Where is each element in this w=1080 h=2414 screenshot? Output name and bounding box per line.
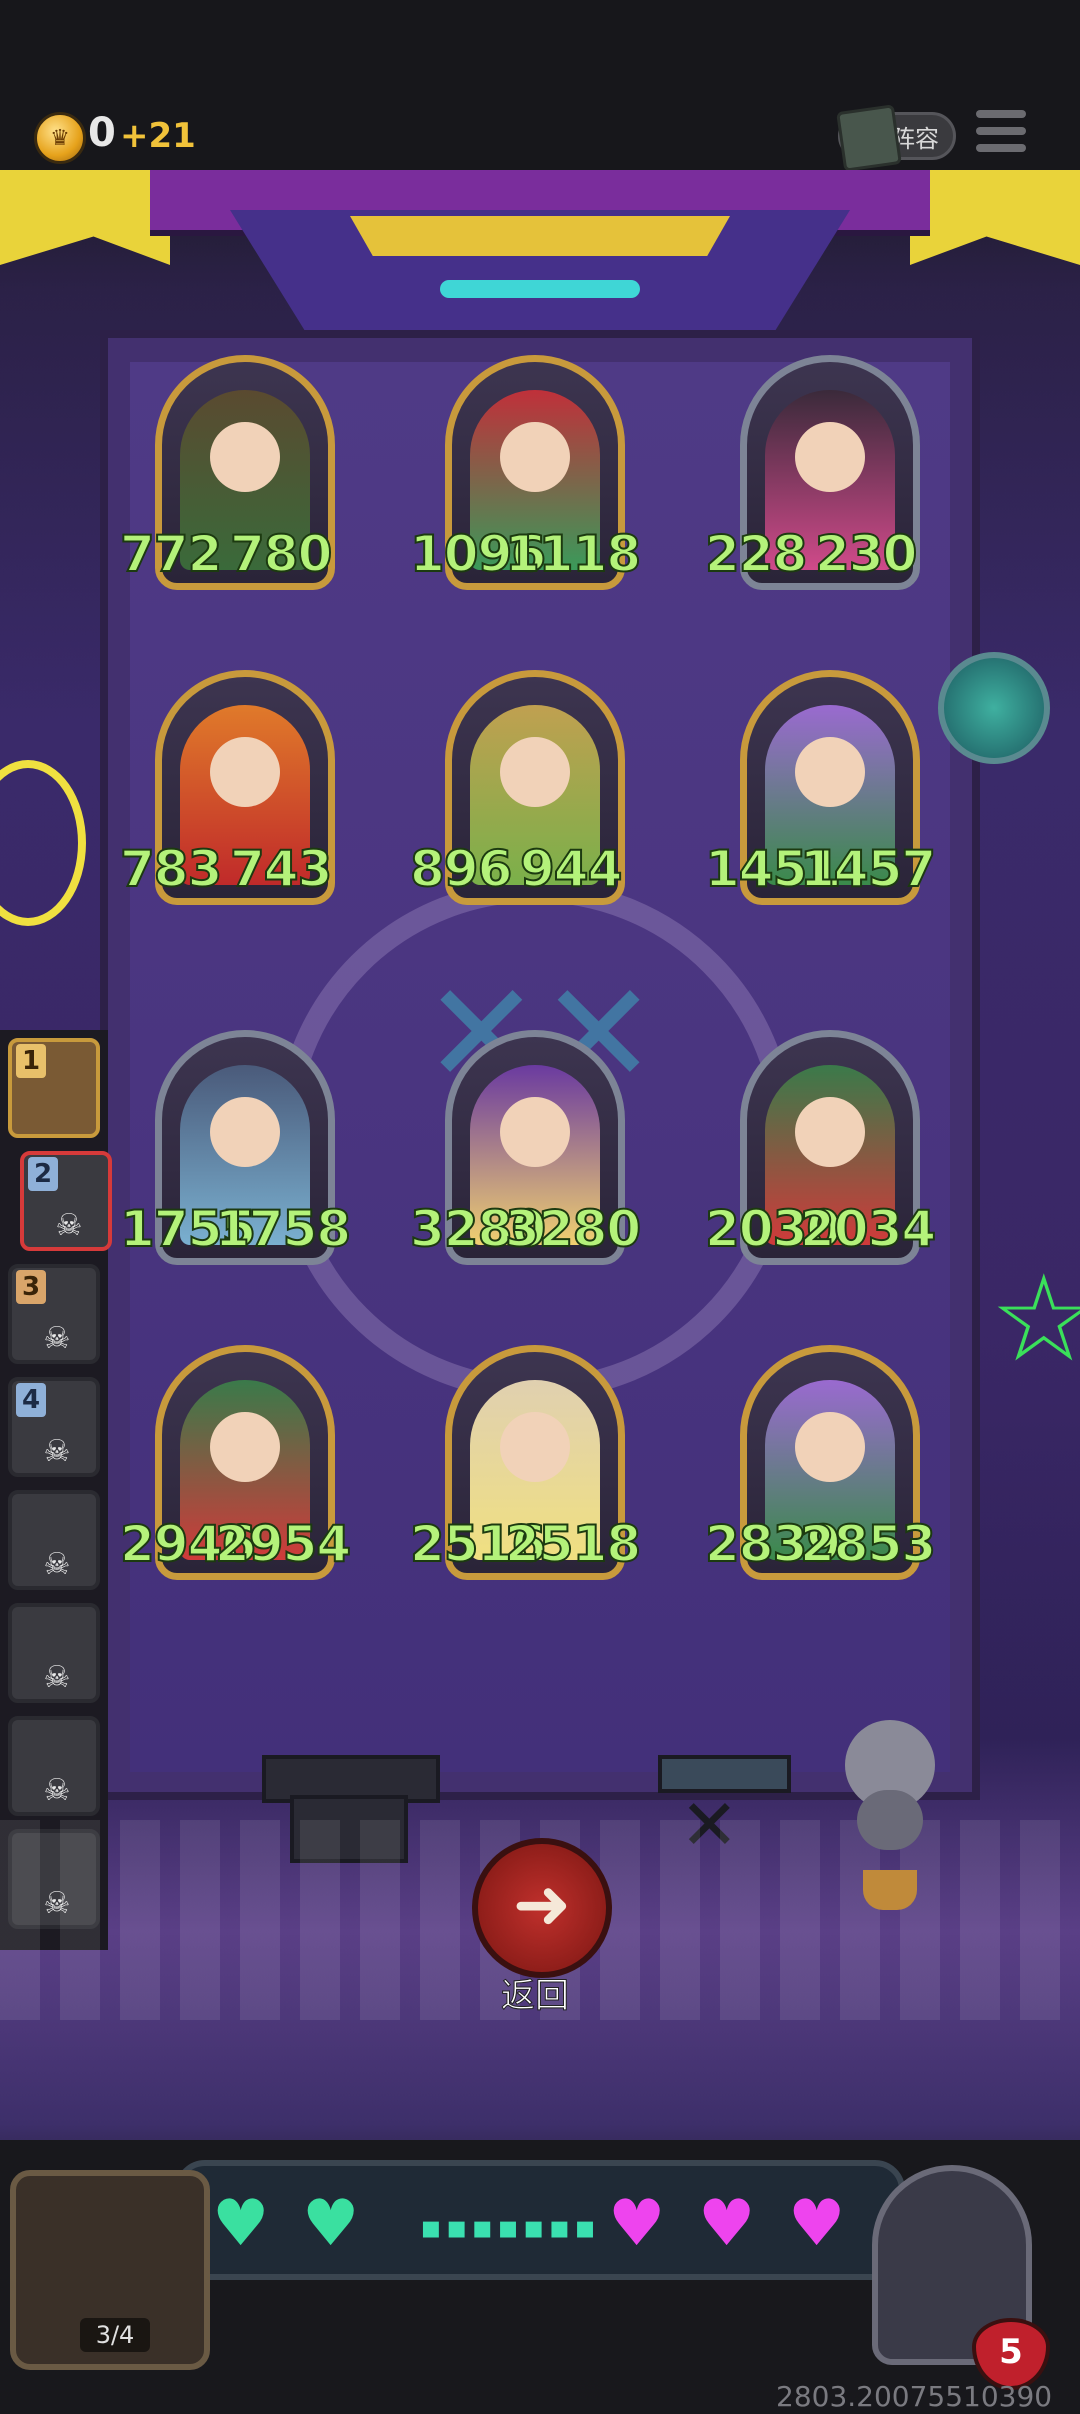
hero-face [795,422,865,492]
hero-health: 1118 [504,524,642,584]
roster-slot[interactable]: 2 ☠ [20,1151,112,1251]
roster-slot[interactable]: ☠ [8,1603,100,1703]
hero-face [795,737,865,807]
roster-rank: 2 [28,1157,58,1191]
skull-icon: ☠ [55,1208,83,1243]
water-orb-icon[interactable] [938,652,1050,764]
hero-health: 780 [229,524,333,584]
bat-mascot [835,1720,945,1920]
player-heart-icon: ♥ [302,2187,360,2261]
gold-amount: 0 [88,110,116,156]
star-icon: ☆ [990,1250,1080,1389]
hero-health: 743 [229,839,333,899]
hero-attack: 772 [119,524,223,584]
crown-coin-icon: ♛ [34,112,86,164]
roster-rank: 4 [16,1383,46,1417]
hero-attack: 228 [704,524,808,584]
chest-count: 3/4 [80,2318,150,2352]
stage-banner-left [0,170,170,265]
opponent-heart-icon: ♥ [788,2187,846,2261]
hero-face [500,422,570,492]
menu-icon[interactable] [976,110,1026,160]
hero-attack: 896 [409,839,513,899]
stage-banner-right [910,170,1080,265]
halo-decoration [0,760,86,926]
roster-slot[interactable]: 4 ☠ [8,1377,100,1477]
skull-icon: ☠ [43,1547,71,1582]
marquee-lights [350,216,730,256]
hero-face [500,1097,570,1167]
back-label: 返回 [501,1976,570,2017]
hero-face [210,422,280,492]
hero-face [210,1097,280,1167]
hero-health: 3280 [504,1199,642,1259]
hero-face [500,1412,570,1482]
marquee-bar [440,280,640,298]
roster-slot[interactable]: 3 ☠ [8,1264,100,1364]
arrow-left-icon: ➜ [512,1863,572,1945]
hero-health: 230 [814,524,918,584]
hero-health: 2034 [799,1199,937,1259]
gold-income: +21 [120,116,196,156]
hero-face [795,1097,865,1167]
hero-face [210,1412,280,1482]
roster-slot[interactable]: 1 [8,1038,100,1138]
roster-slot[interactable]: ☠ [8,1716,100,1816]
version-text: 2803.20075510390 [776,2380,1053,2413]
skull-icon: ☠ [43,1773,71,1808]
hero-health: 2853 [799,1514,937,1574]
player-heart-icon: ♥ [212,2187,270,2261]
hero-face [210,737,280,807]
skull-icon: ☠ [43,1321,71,1356]
hero-face [500,737,570,807]
opponent-heart-icon: ♥ [698,2187,756,2261]
hero-health: 1758 [214,1199,352,1259]
back-button[interactable]: ➜ [472,1838,612,1978]
skull-icon: ☠ [43,1434,71,1469]
roster-rank: 3 [16,1270,46,1304]
hero-health: 2954 [214,1514,352,1574]
hero-face [795,1412,865,1482]
hero-attack: 783 [119,839,223,899]
roster-rank: 1 [16,1044,46,1078]
opponent-heart-icon: ♥ [608,2187,666,2261]
roster-slot[interactable]: ☠ [8,1490,100,1590]
vs-indicator: ▪▪▪▪▪▪▪ [420,2208,600,2246]
hero-health: 1457 [799,839,937,899]
hero-health: 944 [519,839,623,899]
skull-icon: ☠ [43,1660,71,1695]
hero-health: 2518 [504,1514,642,1574]
lineup-book-icon[interactable] [836,104,902,172]
